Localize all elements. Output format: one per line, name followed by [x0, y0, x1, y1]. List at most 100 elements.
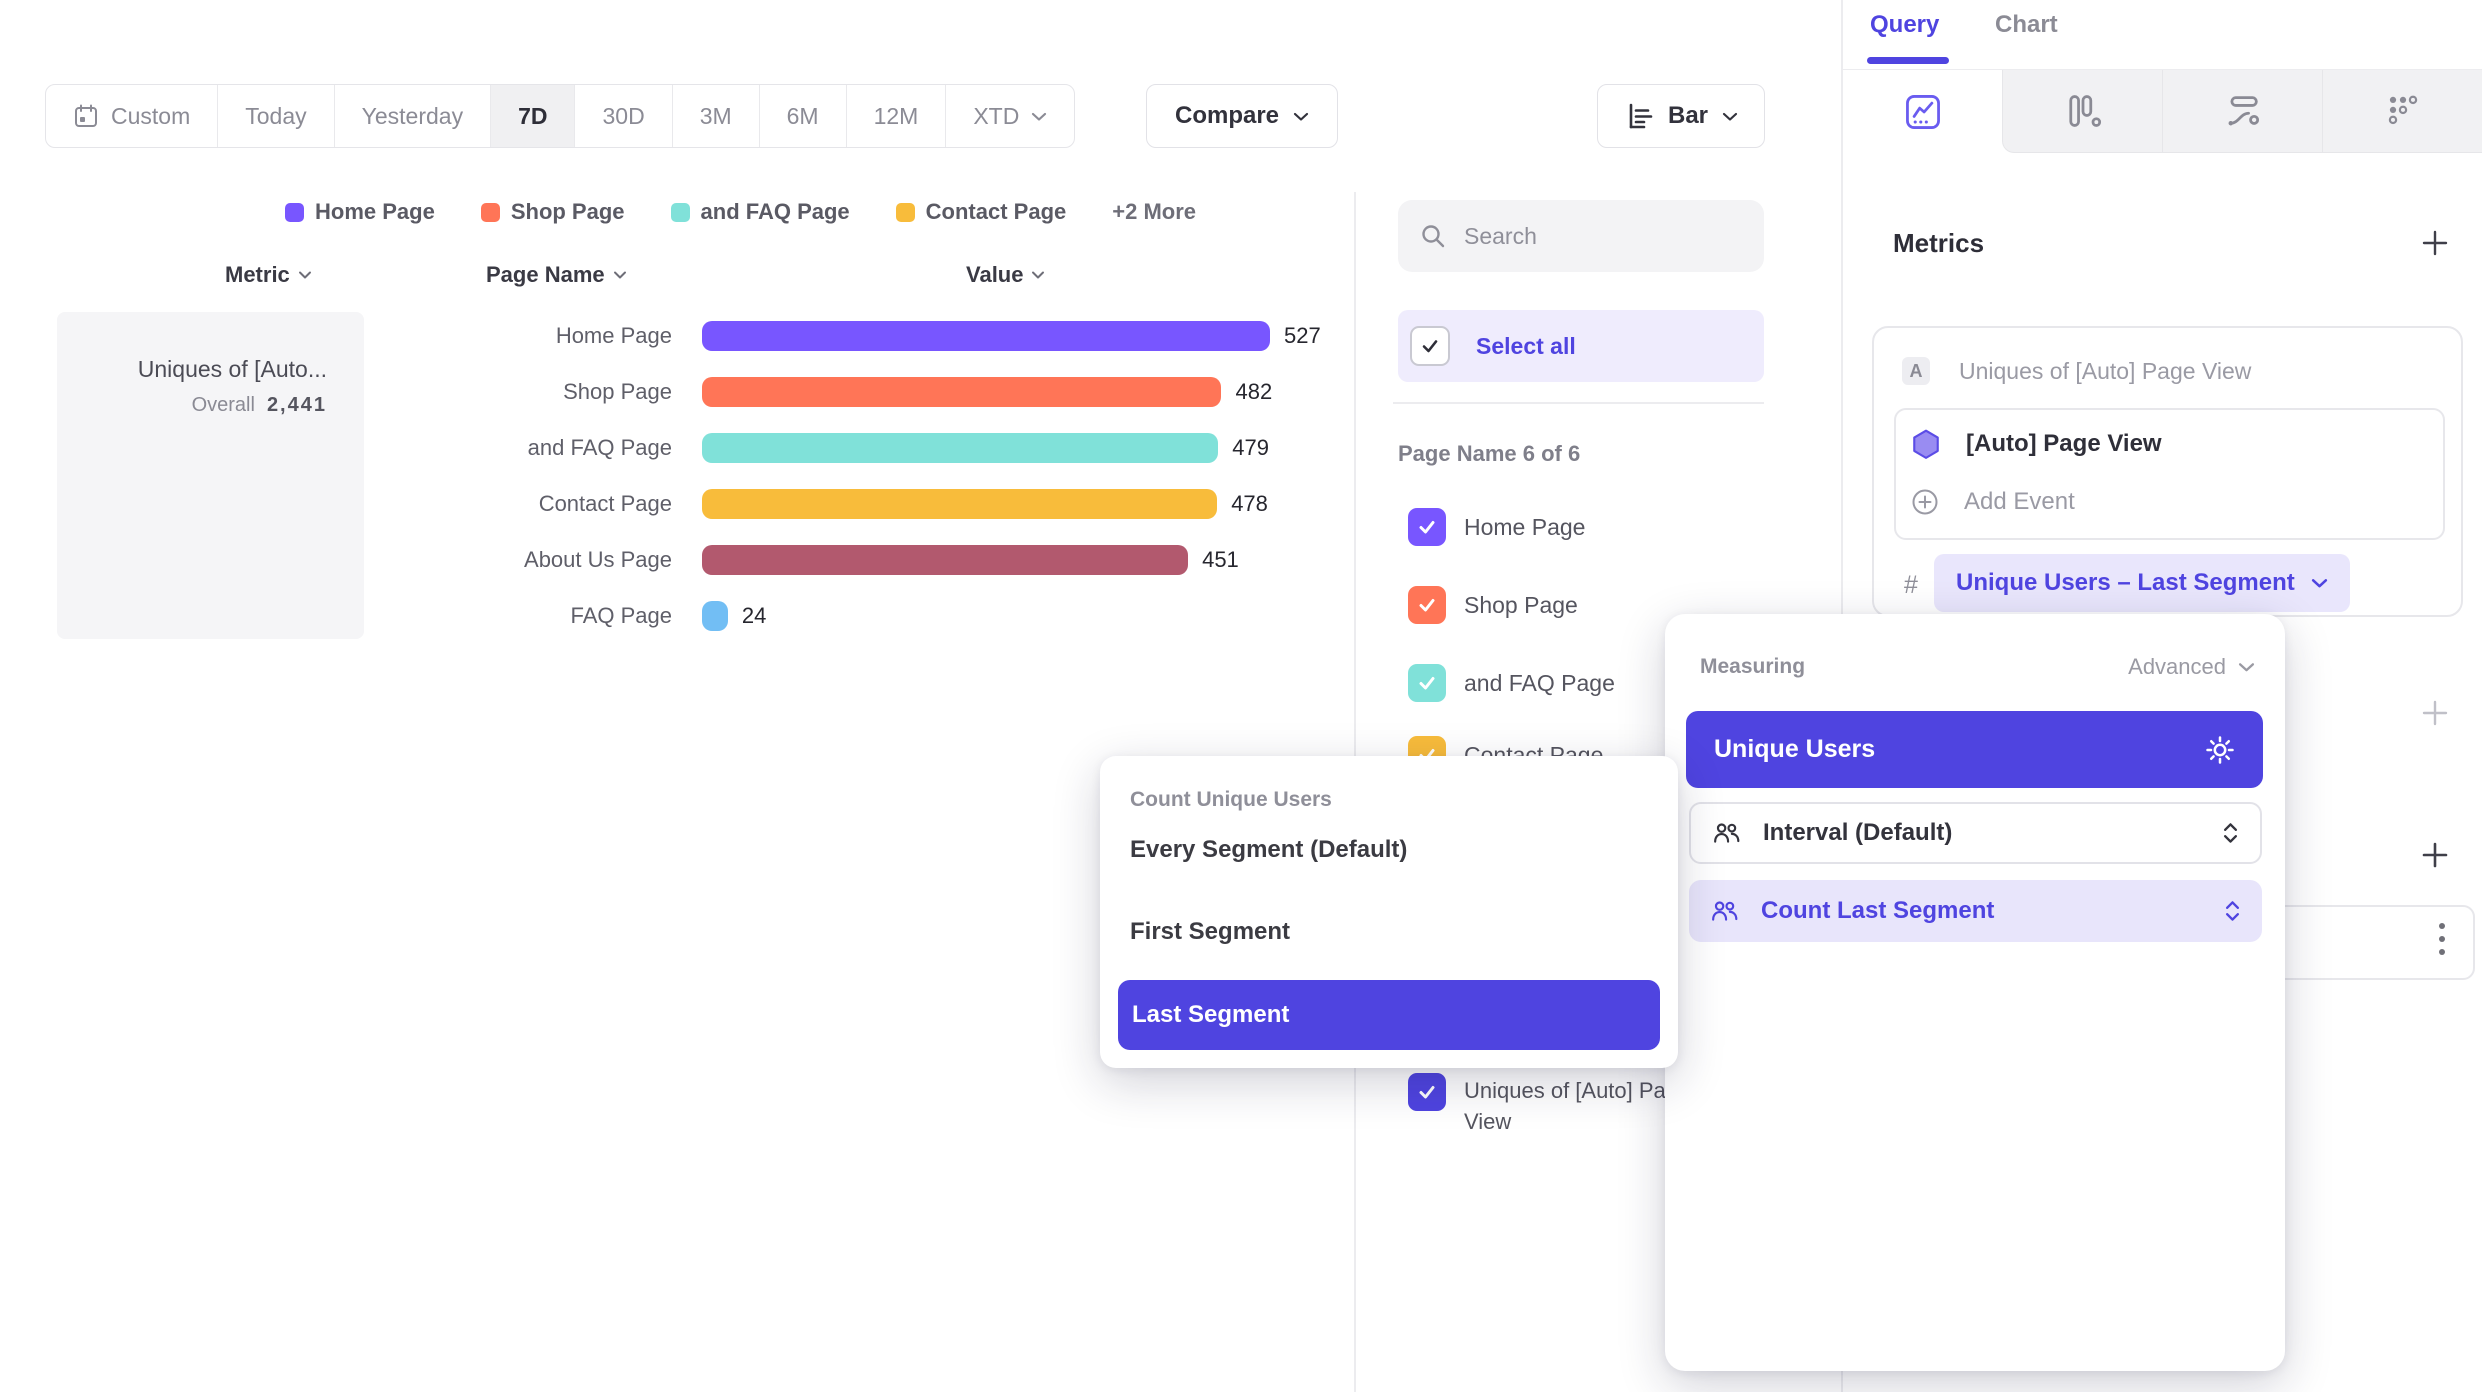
- chart-type-funnels[interactable]: [2002, 70, 2162, 153]
- flows-icon: [2223, 91, 2263, 131]
- people-icon: [1713, 822, 1741, 844]
- interval-selector[interactable]: Interval (Default): [1689, 802, 2262, 864]
- legend-more[interactable]: +2 More: [1112, 199, 1196, 225]
- measuring-header: Measuring Advanced: [1700, 654, 2255, 680]
- chevron-down-icon: [298, 271, 312, 279]
- count-unique-users-popover: Count Unique Users Every Segment (Defaul…: [1100, 756, 1678, 1068]
- group-label: Page Name 6 of 6: [1398, 441, 1580, 467]
- date-range-7d[interactable]: 7D: [491, 85, 575, 147]
- select-all-row[interactable]: Select all: [1398, 310, 1764, 382]
- event-row[interactable]: [Auto] Page View: [1910, 422, 2162, 466]
- filter-item-and-faq-page[interactable]: and FAQ Page: [1408, 664, 1615, 702]
- funnels-icon: [2063, 91, 2103, 131]
- date-range-yesterday[interactable]: Yesterday: [335, 85, 491, 147]
- date-range-xtd[interactable]: XTD: [946, 85, 1074, 147]
- filter-item-metric-uniques[interactable]: Uniques of [Auto] Page View: [1408, 1073, 1699, 1135]
- checkbox[interactable]: [1408, 664, 1446, 702]
- check-icon: [1416, 1081, 1438, 1103]
- bar-chart-icon: [1624, 101, 1654, 131]
- add-event-label: Add Event: [1964, 488, 2075, 516]
- gear-icon[interactable]: [2205, 735, 2235, 765]
- tab-query[interactable]: Query: [1870, 11, 1939, 39]
- search-box[interactable]: [1398, 200, 1764, 272]
- filter-item-home-page[interactable]: Home Page: [1408, 508, 1585, 546]
- select-all-checkbox[interactable]: [1410, 326, 1450, 366]
- popover-title: Count Unique Users: [1130, 788, 1332, 812]
- more-options-icon[interactable]: [2439, 923, 2445, 955]
- bar-value: 451: [1202, 547, 1239, 573]
- chart-type-insights[interactable]: [1843, 70, 2002, 153]
- chart-type-button[interactable]: Bar: [1597, 84, 1765, 148]
- check-icon: [1416, 672, 1438, 694]
- date-range-3m[interactable]: 3M: [673, 85, 760, 147]
- column-header-metric[interactable]: Metric: [225, 262, 312, 288]
- measuring-title: Measuring: [1700, 655, 1805, 679]
- add-metric-icon[interactable]: [2420, 228, 2450, 258]
- bar[interactable]: [702, 377, 1221, 407]
- check-icon: [1419, 335, 1441, 357]
- active-tab-underline: [1867, 57, 1949, 64]
- date-range-segmented-control: Custom Today Yesterday 7D 30D 3M 6M 12M …: [45, 84, 1075, 148]
- measure-selector[interactable]: Unique Users – Last Segment: [1934, 554, 2350, 612]
- checkbox[interactable]: [1408, 1073, 1446, 1111]
- measuring-popover: Measuring Advanced Unique Users: [1665, 614, 2285, 1371]
- segment-option-every-segment[interactable]: Every Segment (Default): [1130, 836, 1407, 864]
- legend-swatch: [671, 203, 690, 222]
- chevron-down-icon: [2311, 578, 2328, 588]
- date-range-12m[interactable]: 12M: [847, 85, 947, 147]
- calendar-icon: [73, 103, 99, 129]
- category-label: Home Page: [50, 323, 672, 349]
- retention-dots-icon: [2383, 91, 2423, 131]
- chevron-down-icon: [1722, 112, 1738, 121]
- chart-type-retention[interactable]: [2322, 70, 2482, 153]
- bar[interactable]: [702, 601, 728, 631]
- checkbox[interactable]: [1408, 508, 1446, 546]
- date-range-custom[interactable]: Custom: [46, 85, 218, 147]
- event-hexagon-icon: [1910, 428, 1942, 460]
- metric-card[interactable]: A Uniques of [Auto] Page View [Auto] Pag…: [1872, 326, 2463, 617]
- chart-row: About Us Page 451: [50, 532, 1360, 588]
- segment-option-last-segment[interactable]: Last Segment: [1118, 980, 1660, 1050]
- legend-item[interactable]: Shop Page: [481, 199, 625, 225]
- segment-option-first-segment[interactable]: First Segment: [1130, 918, 1290, 946]
- chevron-down-icon: [1031, 112, 1047, 121]
- sort-updown-icon: [2225, 900, 2240, 922]
- chart-type-strip: [1843, 69, 2482, 153]
- chevron-down-icon: [1031, 271, 1045, 279]
- chevron-down-icon: [2238, 662, 2255, 672]
- bar[interactable]: [702, 321, 1270, 351]
- insights-report-page: Custom Today Yesterday 7D 30D 3M 6M 12M …: [0, 0, 2482, 1392]
- bar[interactable]: [702, 545, 1188, 575]
- chart-legend: Home Page Shop Page and FAQ Page Contact…: [285, 199, 1196, 225]
- search-input[interactable]: [1464, 223, 1714, 250]
- measuring-option-unique-users[interactable]: Unique Users: [1686, 711, 2263, 788]
- add-breakdown-icon[interactable]: [2420, 840, 2450, 870]
- category-label: FAQ Page: [50, 603, 672, 629]
- legend-item[interactable]: and FAQ Page: [671, 199, 850, 225]
- checkbox[interactable]: [1408, 586, 1446, 624]
- column-header-page-name[interactable]: Page Name: [486, 262, 627, 288]
- chart-row: Home Page 527: [50, 308, 1360, 364]
- tab-chart[interactable]: Chart: [1995, 11, 2058, 39]
- date-range-today[interactable]: Today: [218, 85, 334, 147]
- date-range-30d[interactable]: 30D: [575, 85, 672, 147]
- date-range-6m[interactable]: 6M: [760, 85, 847, 147]
- filter-item-shop-page[interactable]: Shop Page: [1408, 586, 1578, 624]
- compare-button[interactable]: Compare: [1146, 84, 1338, 148]
- category-label: Contact Page: [50, 491, 672, 517]
- advanced-toggle[interactable]: Advanced: [2128, 654, 2255, 680]
- legend-item[interactable]: Contact Page: [896, 199, 1067, 225]
- bar[interactable]: [702, 433, 1218, 463]
- metrics-section-title: Metrics: [1893, 228, 1984, 259]
- chart-type-flows[interactable]: [2162, 70, 2322, 153]
- legend-item[interactable]: Home Page: [285, 199, 435, 225]
- add-filter-icon[interactable]: [2420, 698, 2450, 728]
- bar[interactable]: [702, 489, 1217, 519]
- chevron-down-icon: [613, 271, 627, 279]
- add-event-icon: [1910, 487, 1940, 517]
- count-segment-selector[interactable]: Count Last Segment: [1689, 880, 2262, 942]
- event-name: [Auto] Page View: [1966, 430, 2162, 458]
- insights-line-chart-icon: [1903, 92, 1943, 132]
- add-event-row[interactable]: Add Event: [1910, 480, 2075, 524]
- column-header-value[interactable]: Value: [966, 262, 1045, 288]
